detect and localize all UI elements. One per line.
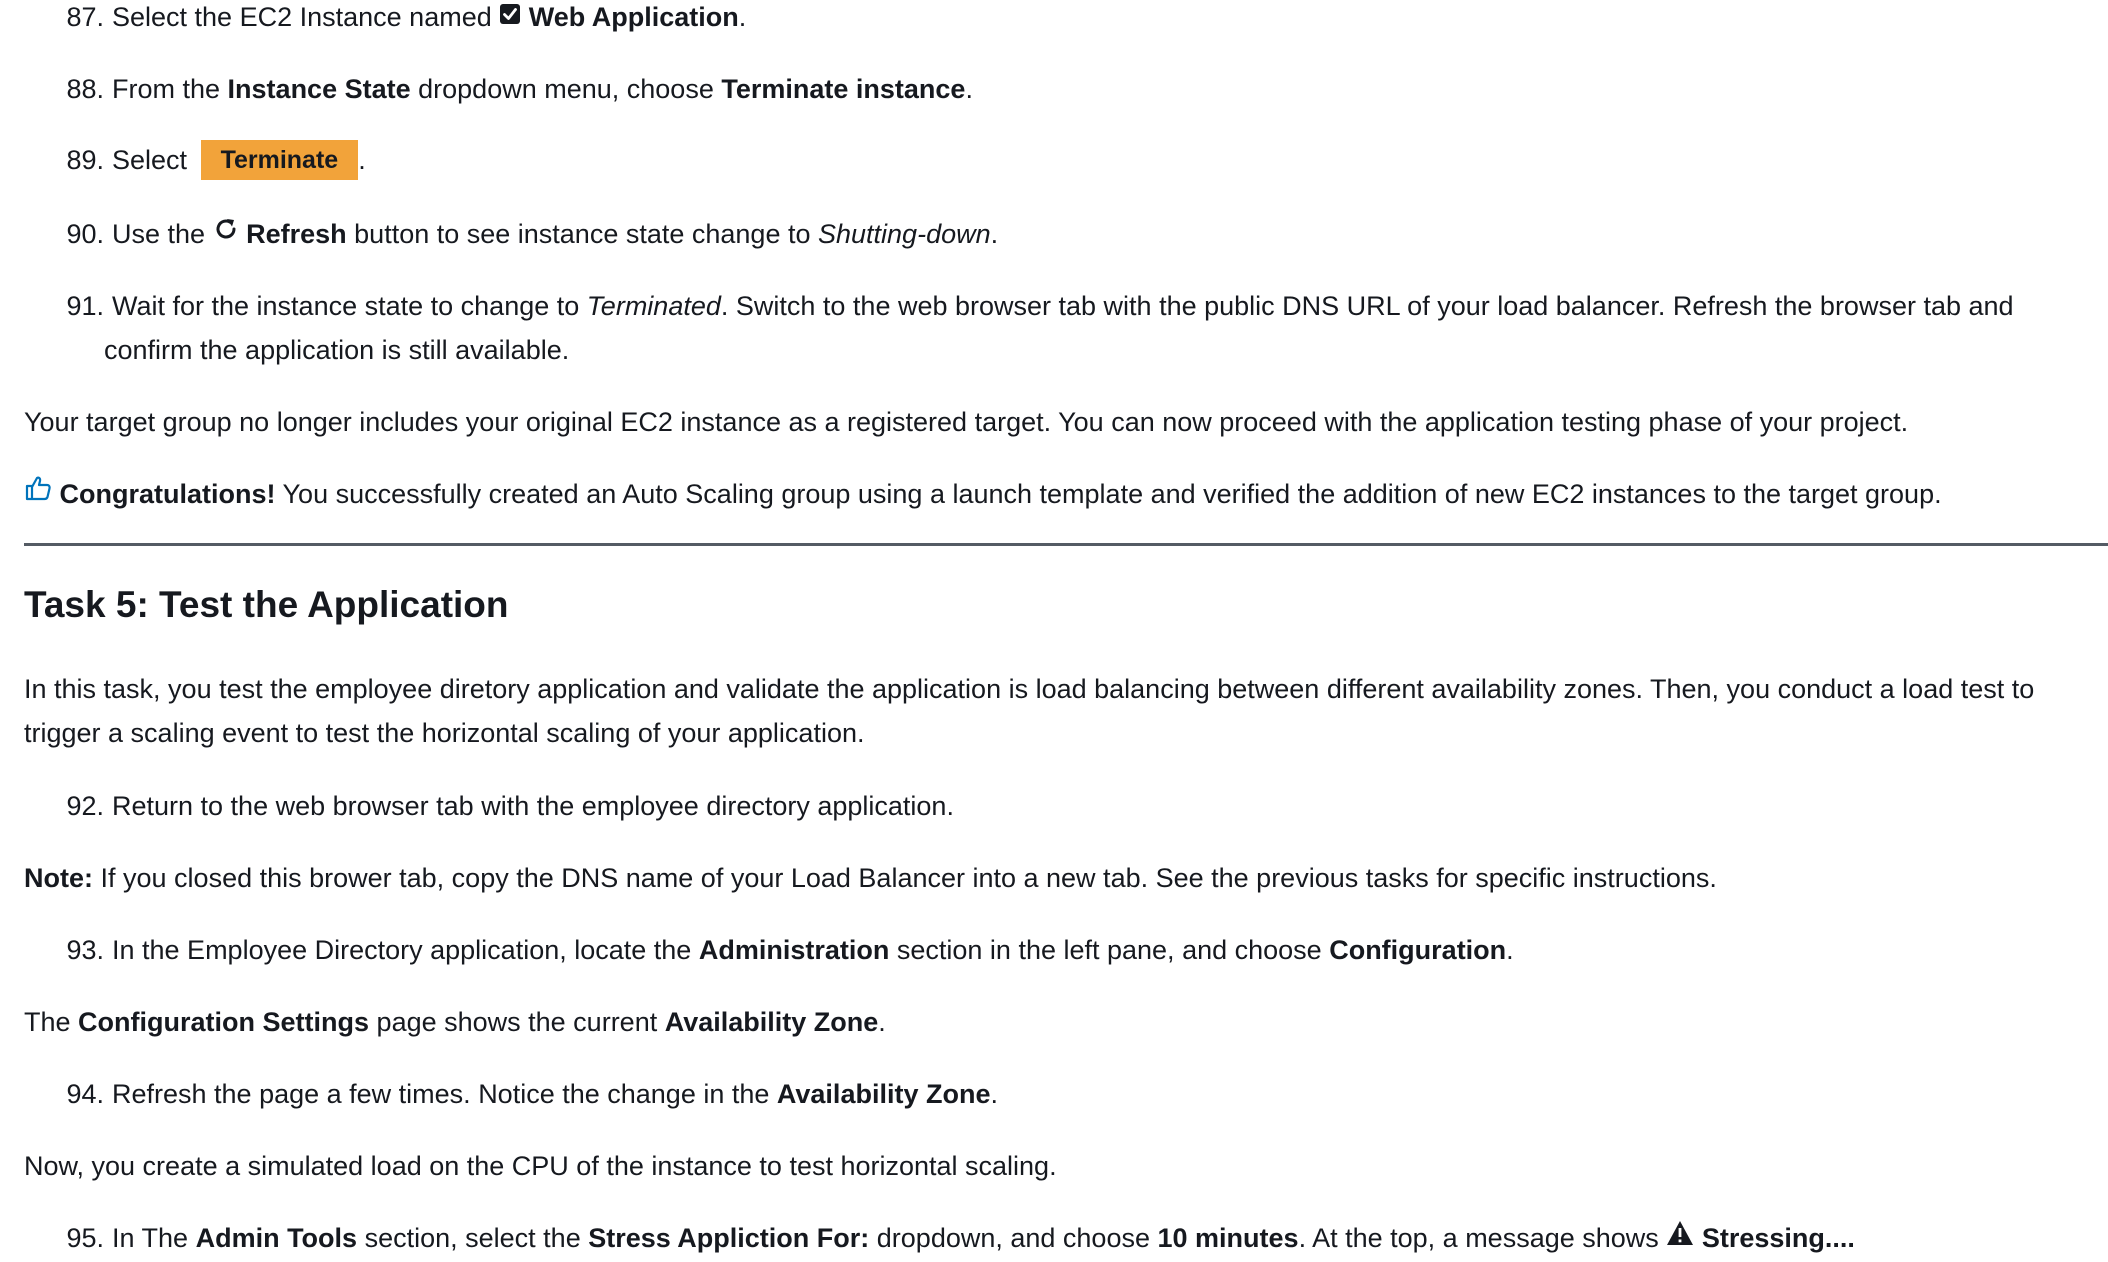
lab-instructions: 87. Select the EC2 Instance named Web App… (0, 0, 2108, 1254)
step-number: 91. (66, 291, 104, 321)
note-paragraph: Note: If you closed this brower tab, cop… (24, 863, 1717, 893)
step-95: 95. In The Admin Tools section, select th… (56, 1216, 2084, 1262)
step-88: 88. From the Instance State dropdown menu… (56, 67, 2084, 111)
step-92: 92. Return to the web browser tab with th… (56, 784, 2084, 828)
step-number: 87. (66, 2, 104, 32)
step-90: 90. Use the Refresh button to see instanc… (56, 212, 2084, 258)
step-number: 93. (66, 935, 104, 965)
task-intro-paragraph: In this task, you test the employee dire… (24, 674, 2035, 748)
step-number: 95. (66, 1223, 104, 1253)
step-87: 87. Select the EC2 Instance named Web App… (56, 0, 2084, 41)
simulated-load-paragraph: Now, you create a simulated load on the … (24, 1151, 1057, 1181)
congratulations-paragraph: Congratulations! You successfully create… (24, 472, 2084, 518)
task-5-heading: Task 5: Test the Application (24, 584, 509, 625)
thumbs-up-icon (24, 471, 52, 515)
step-number: 88. (66, 74, 104, 104)
target-group-paragraph: Your target group no longer includes you… (24, 407, 1909, 437)
step-number: 92. (66, 791, 104, 821)
refresh-icon (213, 211, 239, 255)
step-89: 89. Select Terminate. (56, 138, 2084, 182)
warning-icon (1666, 1215, 1694, 1259)
step-number: 94. (66, 1079, 104, 1109)
step-94: 94. Refresh the page a few times. Notice … (56, 1072, 2084, 1116)
step-91: 91. Wait for the instance state to change… (56, 284, 2104, 372)
step-number: 90. (66, 219, 104, 249)
section-divider (24, 543, 2108, 546)
terminate-button[interactable]: Terminate (200, 139, 359, 180)
step-93: 93. In the Employee Directory application… (56, 928, 2084, 972)
configuration-settings-paragraph: The Configuration Settings page shows th… (24, 1007, 886, 1037)
checkbox-checked-icon (499, 0, 521, 38)
step-number: 89. (66, 145, 104, 175)
